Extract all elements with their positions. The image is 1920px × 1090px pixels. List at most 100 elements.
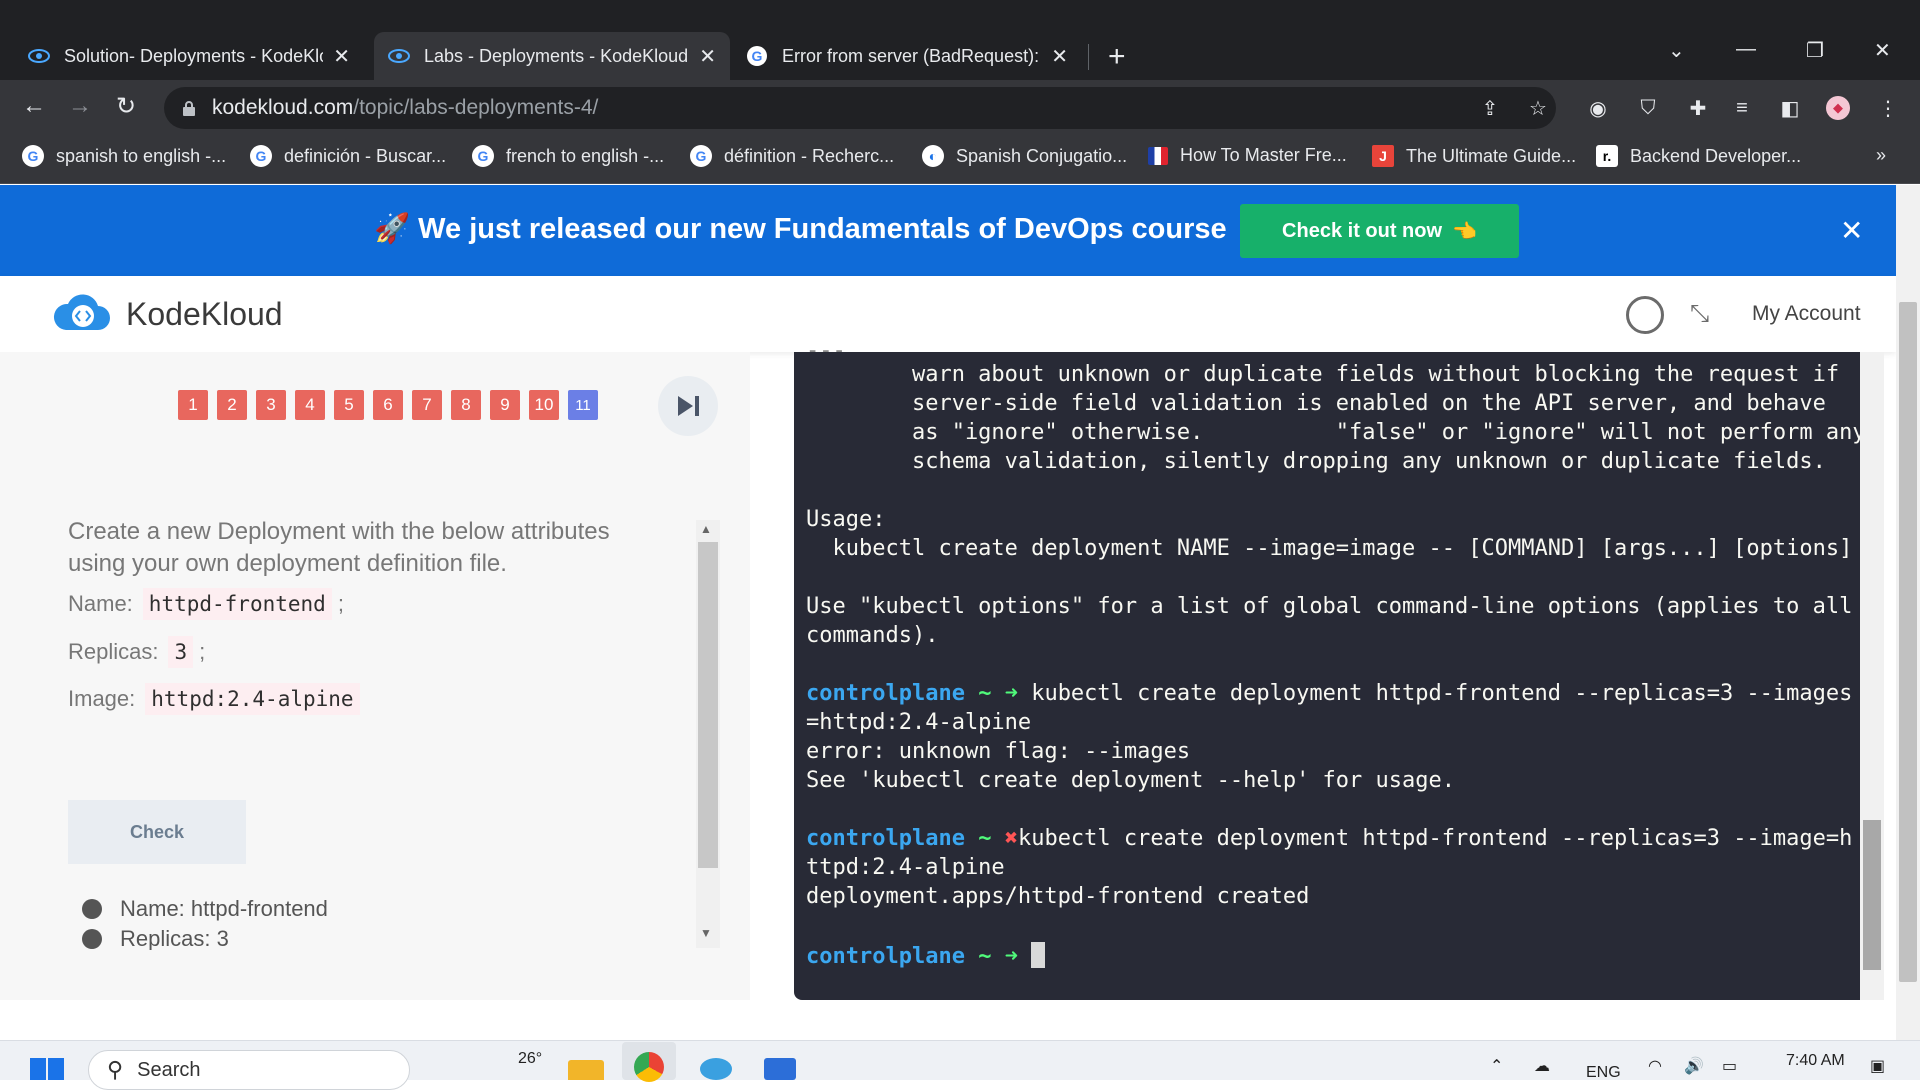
cta-label: Check it out now: [1282, 219, 1443, 242]
minimize-icon[interactable]: —: [1736, 38, 1756, 61]
terminal-line: commands).: [806, 623, 939, 648]
tray-chevron-icon[interactable]: ⌃: [1490, 1056, 1503, 1076]
terminal-scrollbar-thumb[interactable]: [1863, 820, 1881, 970]
terminal-line: schema validation, silently dropping any…: [806, 449, 1826, 474]
check-button[interactable]: Check: [68, 800, 246, 864]
question-number[interactable]: 10: [529, 390, 559, 420]
camera-extension-icon[interactable]: ◉: [1586, 96, 1610, 120]
bookmark-ultimate-guide[interactable]: J The Ultimate Guide...: [1372, 145, 1576, 167]
criteria-fade: [60, 950, 690, 1000]
forward-arrow-icon[interactable]: →: [68, 92, 92, 120]
app-taskbar-icon[interactable]: [764, 1058, 796, 1080]
bookmark-definition-recherche[interactable]: Gdéfinition - Recherc...: [690, 145, 894, 167]
question-number[interactable]: 5: [334, 390, 364, 420]
skip-to-end-button[interactable]: [658, 376, 718, 436]
photos-app-icon[interactable]: [700, 1058, 732, 1080]
weather-temp[interactable]: 26°: [518, 1050, 542, 1068]
check-it-out-button[interactable]: Check it out now 👈: [1240, 204, 1519, 258]
cloud-icon[interactable]: ☁: [1534, 1056, 1550, 1076]
new-tab-button[interactable]: +: [1108, 40, 1126, 74]
question-number[interactable]: 3: [256, 390, 286, 420]
terminal-line: ---: [806, 338, 846, 363]
restore-icon[interactable]: ❐: [1806, 38, 1824, 63]
tab-solution-deployments[interactable]: Solution- Deployments - KodeKloud ✕: [14, 32, 364, 80]
question-number[interactable]: 2: [217, 390, 247, 420]
back-arrow-icon[interactable]: ←: [22, 92, 46, 120]
share-icon[interactable]: ⇪: [1478, 96, 1502, 120]
status-dot-icon: [82, 899, 102, 919]
pointing-hand-icon: 👈: [1452, 220, 1477, 243]
profile-avatar[interactable]: ◆: [1826, 96, 1850, 120]
status-dot-icon: [82, 929, 102, 949]
bookmark-how-to-master-french[interactable]: How To Master Fre...: [1148, 145, 1347, 166]
language-indicator[interactable]: ENG: [1586, 1064, 1621, 1082]
close-icon[interactable]: ✕: [1051, 44, 1068, 69]
scroll-down-icon[interactable]: ▼: [700, 926, 712, 940]
collapse-arrows-icon[interactable]: ⤡: [1690, 300, 1709, 328]
terminal-active-prompt[interactable]: controlplane ~ ➜: [806, 942, 1046, 969]
taskbar-search-input[interactable]: ⚲ Search: [88, 1050, 410, 1090]
reload-icon[interactable]: ↻: [116, 92, 136, 121]
notification-icon[interactable]: ▣: [1870, 1056, 1885, 1076]
prompt-tilde: ~: [978, 944, 992, 969]
prompt-tilde: ~: [978, 826, 992, 851]
windows-start-icon[interactable]: [30, 1058, 64, 1080]
terminal-line: kubectl create deployment NAME --image=i…: [806, 536, 1853, 561]
scroll-up-icon[interactable]: ▲: [700, 522, 712, 536]
extensions-puzzle-icon[interactable]: ✚: [1686, 96, 1710, 120]
more-bookmarks-icon[interactable]: »: [1876, 145, 1886, 166]
rocket-icon: 🚀: [374, 213, 411, 245]
question-number[interactable]: 1: [178, 390, 208, 420]
terminal-line: warn about unknown or duplicate fields w…: [806, 362, 1840, 387]
wifi-icon[interactable]: ◠: [1648, 1056, 1662, 1076]
chrome-menu-icon[interactable]: ⋮: [1876, 96, 1900, 120]
r-icon: r.: [1596, 145, 1618, 167]
bookmark-star-icon[interactable]: ☆: [1526, 96, 1550, 120]
close-icon[interactable]: ✕: [699, 44, 716, 69]
address-bar[interactable]: kodekloud.com /topic/labs-deployments-4/: [164, 87, 1556, 129]
terminal-command-line: controlplane ~ ✖kubectl create deploymen…: [806, 826, 1852, 851]
tab-search-chevron-icon[interactable]: ⌄: [1668, 38, 1685, 63]
google-icon: G: [746, 45, 768, 67]
terminal-line: ttpd:2.4-alpine: [806, 855, 1005, 880]
battery-icon[interactable]: ▭: [1722, 1056, 1737, 1076]
clock-time[interactable]: 7:40 AM: [1786, 1052, 1845, 1070]
close-icon[interactable]: ✕: [333, 44, 350, 69]
bookmark-french-to-english[interactable]: Gfrench to english -...: [472, 145, 664, 167]
question-number[interactable]: 4: [295, 390, 325, 420]
banner-close-icon[interactable]: ✕: [1840, 214, 1863, 247]
question-number[interactable]: 6: [373, 390, 403, 420]
tab-error-from-server[interactable]: G Error from server (BadRequest): e ✕: [732, 32, 1082, 80]
page-scrollbar-thumb[interactable]: [1899, 302, 1917, 982]
shield-extension-icon[interactable]: ⛉: [1636, 96, 1660, 120]
kodekloud-icon: [28, 45, 50, 67]
bookmark-spanish-to-english[interactable]: Gspanish to english -...: [22, 145, 226, 167]
task-description: Create a new Deployment with the below a…: [68, 518, 610, 577]
google-icon: G: [250, 145, 272, 167]
terminal-line: Usage:: [806, 507, 886, 532]
question-number[interactable]: 7: [412, 390, 442, 420]
bookmark-spanish-conjugation[interactable]: ◐ Spanish Conjugatio...: [922, 145, 1127, 167]
kodekloud-logo-icon[interactable]: [52, 294, 112, 334]
media-playlist-icon[interactable]: ≡: [1730, 96, 1754, 120]
question-number-current[interactable]: 11: [568, 390, 598, 420]
question-number[interactable]: 8: [451, 390, 481, 420]
brand-name[interactable]: KodeKloud: [126, 296, 283, 333]
file-explorer-icon[interactable]: [568, 1060, 604, 1080]
task-scrollbar-thumb[interactable]: [698, 542, 718, 868]
volume-icon[interactable]: 🔊: [1684, 1056, 1704, 1076]
my-account-link[interactable]: My Account: [1752, 302, 1861, 326]
bookmark-definicion[interactable]: Gdefinición - Buscar...: [250, 145, 446, 167]
tab-labs-deployments[interactable]: Labs - Deployments - KodeKloud ✕: [374, 32, 730, 80]
dark-mode-toggle-icon[interactable]: [1626, 296, 1664, 334]
tab-title: Labs - Deployments - KodeKloud: [424, 45, 689, 66]
window-close-icon[interactable]: ✕: [1874, 38, 1891, 63]
question-number[interactable]: 9: [490, 390, 520, 420]
french-flag-icon: [1148, 146, 1168, 165]
bookmark-backend-developer[interactable]: r. Backend Developer...: [1596, 145, 1801, 167]
terminal-line: See 'kubectl create deployment --help' f…: [806, 768, 1456, 793]
chrome-taskbar-item[interactable]: [622, 1042, 676, 1082]
attribute-label: Replicas:: [68, 639, 159, 664]
terminal-cursor: [1031, 942, 1046, 968]
side-panel-icon[interactable]: ◧: [1778, 96, 1802, 120]
